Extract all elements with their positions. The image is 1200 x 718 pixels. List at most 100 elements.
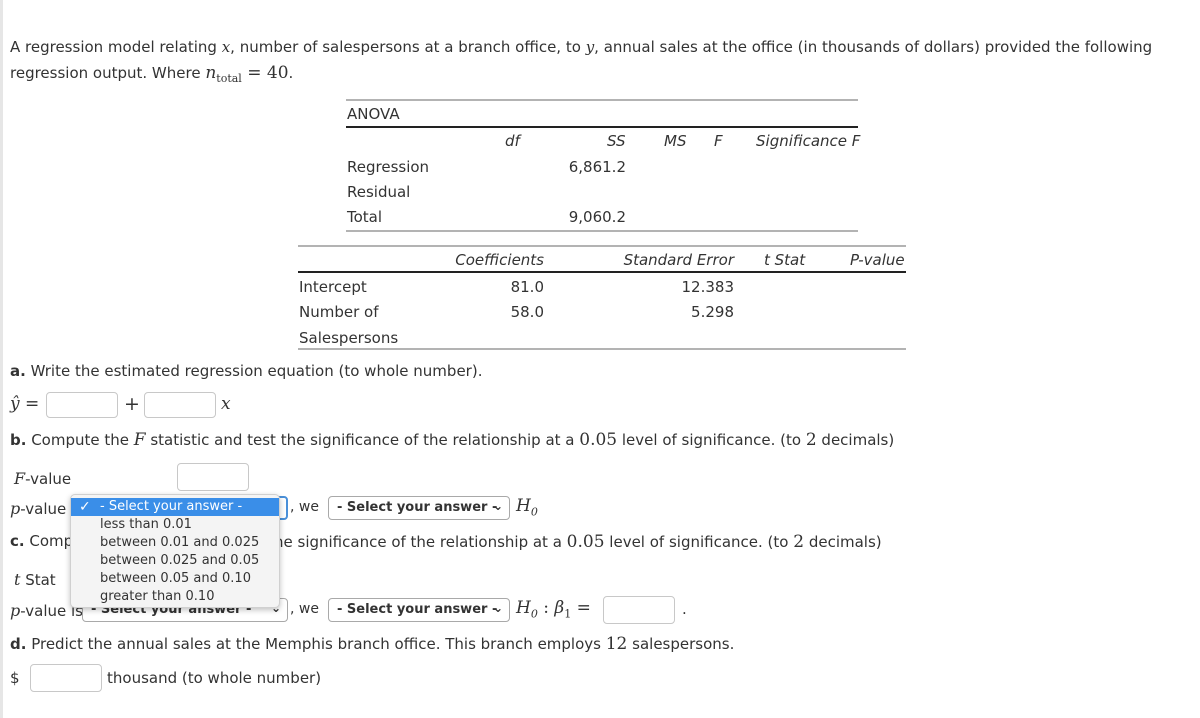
dropdown-option[interactable]: between 0.05 and 0.10: [71, 570, 279, 588]
option-label: between 0.01 and 0.025: [100, 535, 260, 550]
n-total-sub: total: [216, 72, 242, 85]
conclusion-select-c-value: - Select your answer -: [337, 602, 498, 617]
part-a-marker: a.: [10, 362, 26, 380]
colon: :: [537, 598, 555, 618]
t-stat-label: t Stat: [14, 570, 56, 589]
anova-row-residual-label: Residual: [347, 183, 411, 201]
coef-header-coefficients: Coefficients: [455, 251, 544, 269]
part-d-text: Predict the annual sales at the Memphis …: [26, 635, 606, 653]
part-a-text: Write the estimated regression equation …: [25, 362, 483, 380]
p-value-label-b: p-value i: [10, 499, 75, 518]
f-value-text: -value: [25, 470, 72, 488]
f-var: F: [14, 469, 26, 488]
chevron-down-icon: ⌄: [492, 601, 503, 615]
part-c-text: he significance of the relationship at a: [274, 533, 567, 551]
part-b-prompt: b. Compute the F statistic and test the …: [10, 430, 894, 450]
part-c-marker: c.: [10, 532, 25, 550]
part-b-text: level of significance. (to: [617, 431, 806, 449]
intro-line-1: A regression model relating x, number of…: [10, 38, 1152, 56]
p-value-text: -value i: [20, 500, 76, 518]
p-var: p: [10, 499, 21, 518]
conclusion-select-b[interactable]: - Select your answer - ⌄: [328, 496, 510, 520]
coef-bottom-rule: [298, 348, 906, 350]
coef-header-p-value: P-value: [850, 251, 905, 269]
coef-row-intercept-coefficient: 81.0: [510, 278, 544, 296]
y-hat-symbol: ŷ: [10, 394, 20, 414]
coef-row-salespersons-label-2: Salespersons: [299, 329, 399, 347]
intro-text: A regression model relating: [10, 38, 222, 56]
n-total-value: = 40: [241, 63, 289, 83]
dollar-sign: $: [10, 669, 20, 687]
option-label: between 0.025 and 0.05: [100, 553, 260, 568]
beta-var: β: [554, 598, 565, 618]
predicted-sales-input[interactable]: [30, 664, 102, 692]
anova-row-total-ss: 9,060.2: [568, 208, 626, 226]
beta-value-input[interactable]: [603, 596, 675, 624]
part-d-text: salespersons.: [627, 635, 735, 653]
slope-input[interactable]: [144, 392, 216, 418]
part-c-prompt-cont: he significance of the relationship at a…: [274, 532, 882, 552]
alpha-value: 0.05: [579, 430, 618, 450]
dropdown-option-selected[interactable]: ✓ - Select your answer -: [71, 498, 279, 516]
part-c-text: decimals): [804, 533, 882, 551]
anova-header-df: df: [505, 132, 520, 150]
unit-label: thousand (to whole number): [107, 669, 322, 687]
f-value-input[interactable]: [177, 463, 249, 491]
option-label: less than 0.01: [100, 517, 192, 532]
chevron-down-icon: ⌄: [492, 499, 503, 513]
p-var: p: [10, 601, 21, 620]
checkmark-icon: ✓: [79, 499, 91, 515]
dropdown-option[interactable]: less than 0.01: [71, 516, 279, 534]
anova-row-regression-label: Regression: [347, 158, 430, 176]
coef-row-intercept-se: 12.383: [681, 278, 735, 296]
anova-header-ms: MS: [664, 132, 687, 150]
intro-line-2: regression output. Where ntotal = 40.: [10, 63, 293, 85]
coef-header-t-stat: t Stat: [764, 251, 806, 269]
anova-header-significance-f: Significance F: [756, 132, 861, 150]
intro-text: , annual sales at the office (in thousan…: [594, 38, 1153, 56]
h-sub: 0: [530, 607, 538, 621]
coef-top-rule: [298, 245, 906, 247]
t-stat-text: Stat: [20, 571, 56, 589]
h0-beta-expression: H0 : β1 =: [516, 598, 591, 620]
anova-header-rule: [346, 126, 858, 128]
salespersons-count: 12: [605, 634, 628, 654]
equals-sign: =: [571, 598, 591, 618]
we-text-c: , we: [290, 601, 319, 617]
anova-top-rule: [346, 99, 858, 101]
h-sub: 0: [530, 505, 538, 519]
conclusion-select-b-value: - Select your answer -: [337, 500, 498, 515]
coef-row-salespersons-label: Number of: [299, 303, 379, 321]
var-y: y: [585, 38, 595, 56]
anova-row-regression-ss: 6,861.2: [568, 158, 626, 176]
part-b-text: statistic and test the significance of t…: [145, 431, 580, 449]
period: .: [682, 600, 687, 618]
dropdown-option[interactable]: between 0.025 and 0.05: [71, 552, 279, 570]
h0-symbol-b: H0: [516, 496, 538, 518]
option-label: between 0.05 and 0.10: [100, 571, 251, 586]
coef-row-salespersons-se: 5.298: [691, 303, 734, 321]
part-d-prompt: d. Predict the annual sales at the Memph…: [10, 634, 734, 654]
equals-sign: =: [25, 394, 40, 414]
decimals-value-c: 2: [793, 532, 805, 552]
h-var: H: [516, 598, 531, 618]
plus-sign: +: [124, 393, 140, 415]
x-variable: x: [221, 394, 231, 414]
dropdown-option[interactable]: between 0.01 and 0.025: [71, 534, 279, 552]
coef-row-salespersons-coefficient: 58.0: [510, 303, 544, 321]
anova-row-total-label: Total: [347, 208, 383, 226]
conclusion-select-c[interactable]: - Select your answer - ⌄: [328, 598, 510, 622]
dropdown-option[interactable]: greater than 0.10: [71, 588, 279, 606]
part-c-text: level of significance. (to: [604, 533, 794, 551]
part-b-text: Compute the: [26, 431, 134, 449]
intro-text: .: [288, 64, 294, 82]
var-x: x: [221, 38, 231, 56]
anova-title: ANOVA: [347, 105, 400, 123]
coef-row-intercept-label: Intercept: [299, 278, 367, 296]
p-value-dropdown-menu: ✓ - Select your answer - less than 0.01 b…: [70, 494, 280, 608]
part-d-marker: d.: [10, 635, 27, 653]
intercept-input[interactable]: [46, 392, 118, 418]
part-b-text: decimals): [816, 431, 895, 449]
f-symbol: F: [133, 430, 146, 450]
f-value-label: F-value: [14, 469, 71, 488]
